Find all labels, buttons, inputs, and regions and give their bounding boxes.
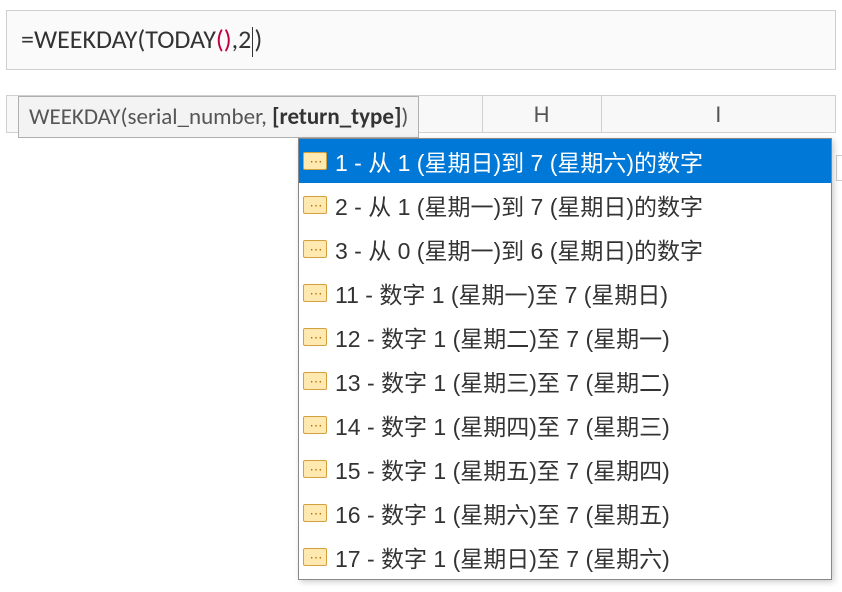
dropdown-option-3[interactable]: 3 - 从 0 (星期一)到 6 (星期日)的数字: [299, 227, 831, 271]
option-label: 15 - 数字 1 (星期五)至 7 (星期四): [335, 452, 670, 486]
dropdown-option-2[interactable]: 2 - 从 1 (星期一)到 7 (星期日)的数字: [299, 183, 831, 227]
enum-icon: [303, 240, 327, 258]
partial-cell-edge: [836, 155, 842, 181]
function-tooltip: WEEKDAY(serial_number, [return_type]): [18, 96, 419, 138]
dropdown-option-11[interactable]: 11 - 数字 1 (星期一)至 7 (星期日): [299, 271, 831, 315]
enum-icon: [303, 284, 327, 302]
option-label: 14 - 数字 1 (星期四)至 7 (星期三): [335, 408, 670, 442]
option-label: 17 - 数字 1 (星期日)至 7 (星期六): [335, 540, 670, 574]
option-label: 1 - 从 1 (星期日)到 7 (星期六)的数字: [335, 144, 703, 178]
column-header-i[interactable]: I: [602, 96, 836, 132]
enum-icon: [303, 328, 327, 346]
dropdown-option-15[interactable]: 15 - 数字 1 (星期五)至 7 (星期四): [299, 447, 831, 491]
dropdown-option-12[interactable]: 12 - 数字 1 (星期二)至 7 (星期一): [299, 315, 831, 359]
formula-text: =WEEKDAY(TODAY(),2): [21, 23, 262, 57]
enum-icon: [303, 416, 327, 434]
option-label: 3 - 从 0 (星期一)到 6 (星期日)的数字: [335, 232, 703, 266]
enum-icon: [303, 152, 327, 170]
formula-bar[interactable]: =WEEKDAY(TODAY(),2): [6, 10, 836, 70]
option-label: 13 - 数字 1 (星期三)至 7 (星期二): [335, 364, 670, 398]
option-label: 11 - 数字 1 (星期一)至 7 (星期日): [335, 276, 668, 310]
enum-icon: [303, 460, 327, 478]
enum-icon: [303, 504, 327, 522]
dropdown-option-17[interactable]: 17 - 数字 1 (星期日)至 7 (星期六): [299, 535, 831, 579]
option-label: 2 - 从 1 (星期一)到 7 (星期日)的数字: [335, 188, 703, 222]
option-label: 12 - 数字 1 (星期二)至 7 (星期一): [335, 320, 670, 354]
enum-icon: [303, 372, 327, 390]
column-header-h[interactable]: H: [483, 96, 602, 132]
enum-icon: [303, 548, 327, 566]
dropdown-option-13[interactable]: 13 - 数字 1 (星期三)至 7 (星期二): [299, 359, 831, 403]
dropdown-option-16[interactable]: 16 - 数字 1 (星期六)至 7 (星期五): [299, 491, 831, 535]
enum-icon: [303, 196, 327, 214]
option-label: 16 - 数字 1 (星期六)至 7 (星期五): [335, 496, 670, 530]
dropdown-option-14[interactable]: 14 - 数字 1 (星期四)至 7 (星期三): [299, 403, 831, 447]
return-type-dropdown: 1 - 从 1 (星期日)到 7 (星期六)的数字 2 - 从 1 (星期一)到…: [298, 138, 832, 580]
dropdown-option-1[interactable]: 1 - 从 1 (星期日)到 7 (星期六)的数字: [299, 139, 831, 183]
